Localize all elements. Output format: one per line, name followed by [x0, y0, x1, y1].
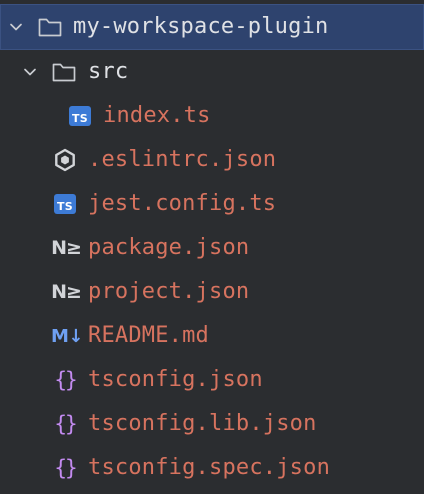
- typescript-icon: TS: [52, 191, 78, 217]
- file-label: tsconfig.json: [88, 367, 263, 392]
- tree-row-index-ts[interactable]: TS index.ts: [0, 94, 424, 138]
- file-label: tsconfig.lib.json: [88, 411, 317, 436]
- json-braces-icon: {}: [54, 368, 77, 392]
- tree-row-tsconfig[interactable]: {} tsconfig.json: [0, 358, 424, 402]
- file-label: tsconfig.spec.json: [88, 455, 331, 480]
- file-label: .eslintrc.json: [88, 147, 277, 172]
- typescript-icon: TS: [67, 103, 93, 129]
- file-label: README.md: [88, 323, 210, 348]
- file-label: project.json: [88, 279, 250, 304]
- tree-row-project-json[interactable]: N≥ project.json: [0, 270, 424, 314]
- tree-row-src-folder[interactable]: src: [0, 50, 424, 94]
- tree-row-package-json[interactable]: N≥ package.json: [0, 226, 424, 270]
- file-label: index.ts: [103, 103, 211, 128]
- root-folder-label: my-workspace-plugin: [73, 14, 329, 39]
- src-folder-label: src: [88, 59, 129, 84]
- json-braces-icon: {}: [54, 456, 77, 480]
- tree-row-tsconfig-spec[interactable]: {} tsconfig.spec.json: [0, 446, 424, 490]
- file-label: package.json: [88, 235, 250, 260]
- markdown-icon: M↓: [51, 325, 84, 347]
- nx-icon: N≥: [51, 237, 82, 259]
- tree-row-readme[interactable]: M↓ README.md: [0, 314, 424, 358]
- tree-row-tsconfig-lib[interactable]: {} tsconfig.lib.json: [0, 402, 424, 446]
- chevron-down-icon[interactable]: [20, 62, 40, 82]
- folder-icon: [37, 14, 63, 40]
- json-braces-icon: {}: [54, 412, 77, 436]
- file-label: jest.config.ts: [88, 191, 277, 216]
- tree-row-root-folder[interactable]: my-workspace-plugin: [0, 4, 424, 50]
- folder-icon: [51, 59, 77, 85]
- eslint-icon: [52, 147, 78, 173]
- nx-icon: N≥: [51, 281, 82, 303]
- tree-row-eslintrc[interactable]: .eslintrc.json: [0, 138, 424, 182]
- project-tree: my-workspace-plugin src TS index.ts .esl…: [0, 0, 424, 494]
- chevron-down-icon[interactable]: [6, 17, 26, 37]
- tree-row-jest-config[interactable]: TS jest.config.ts: [0, 182, 424, 226]
